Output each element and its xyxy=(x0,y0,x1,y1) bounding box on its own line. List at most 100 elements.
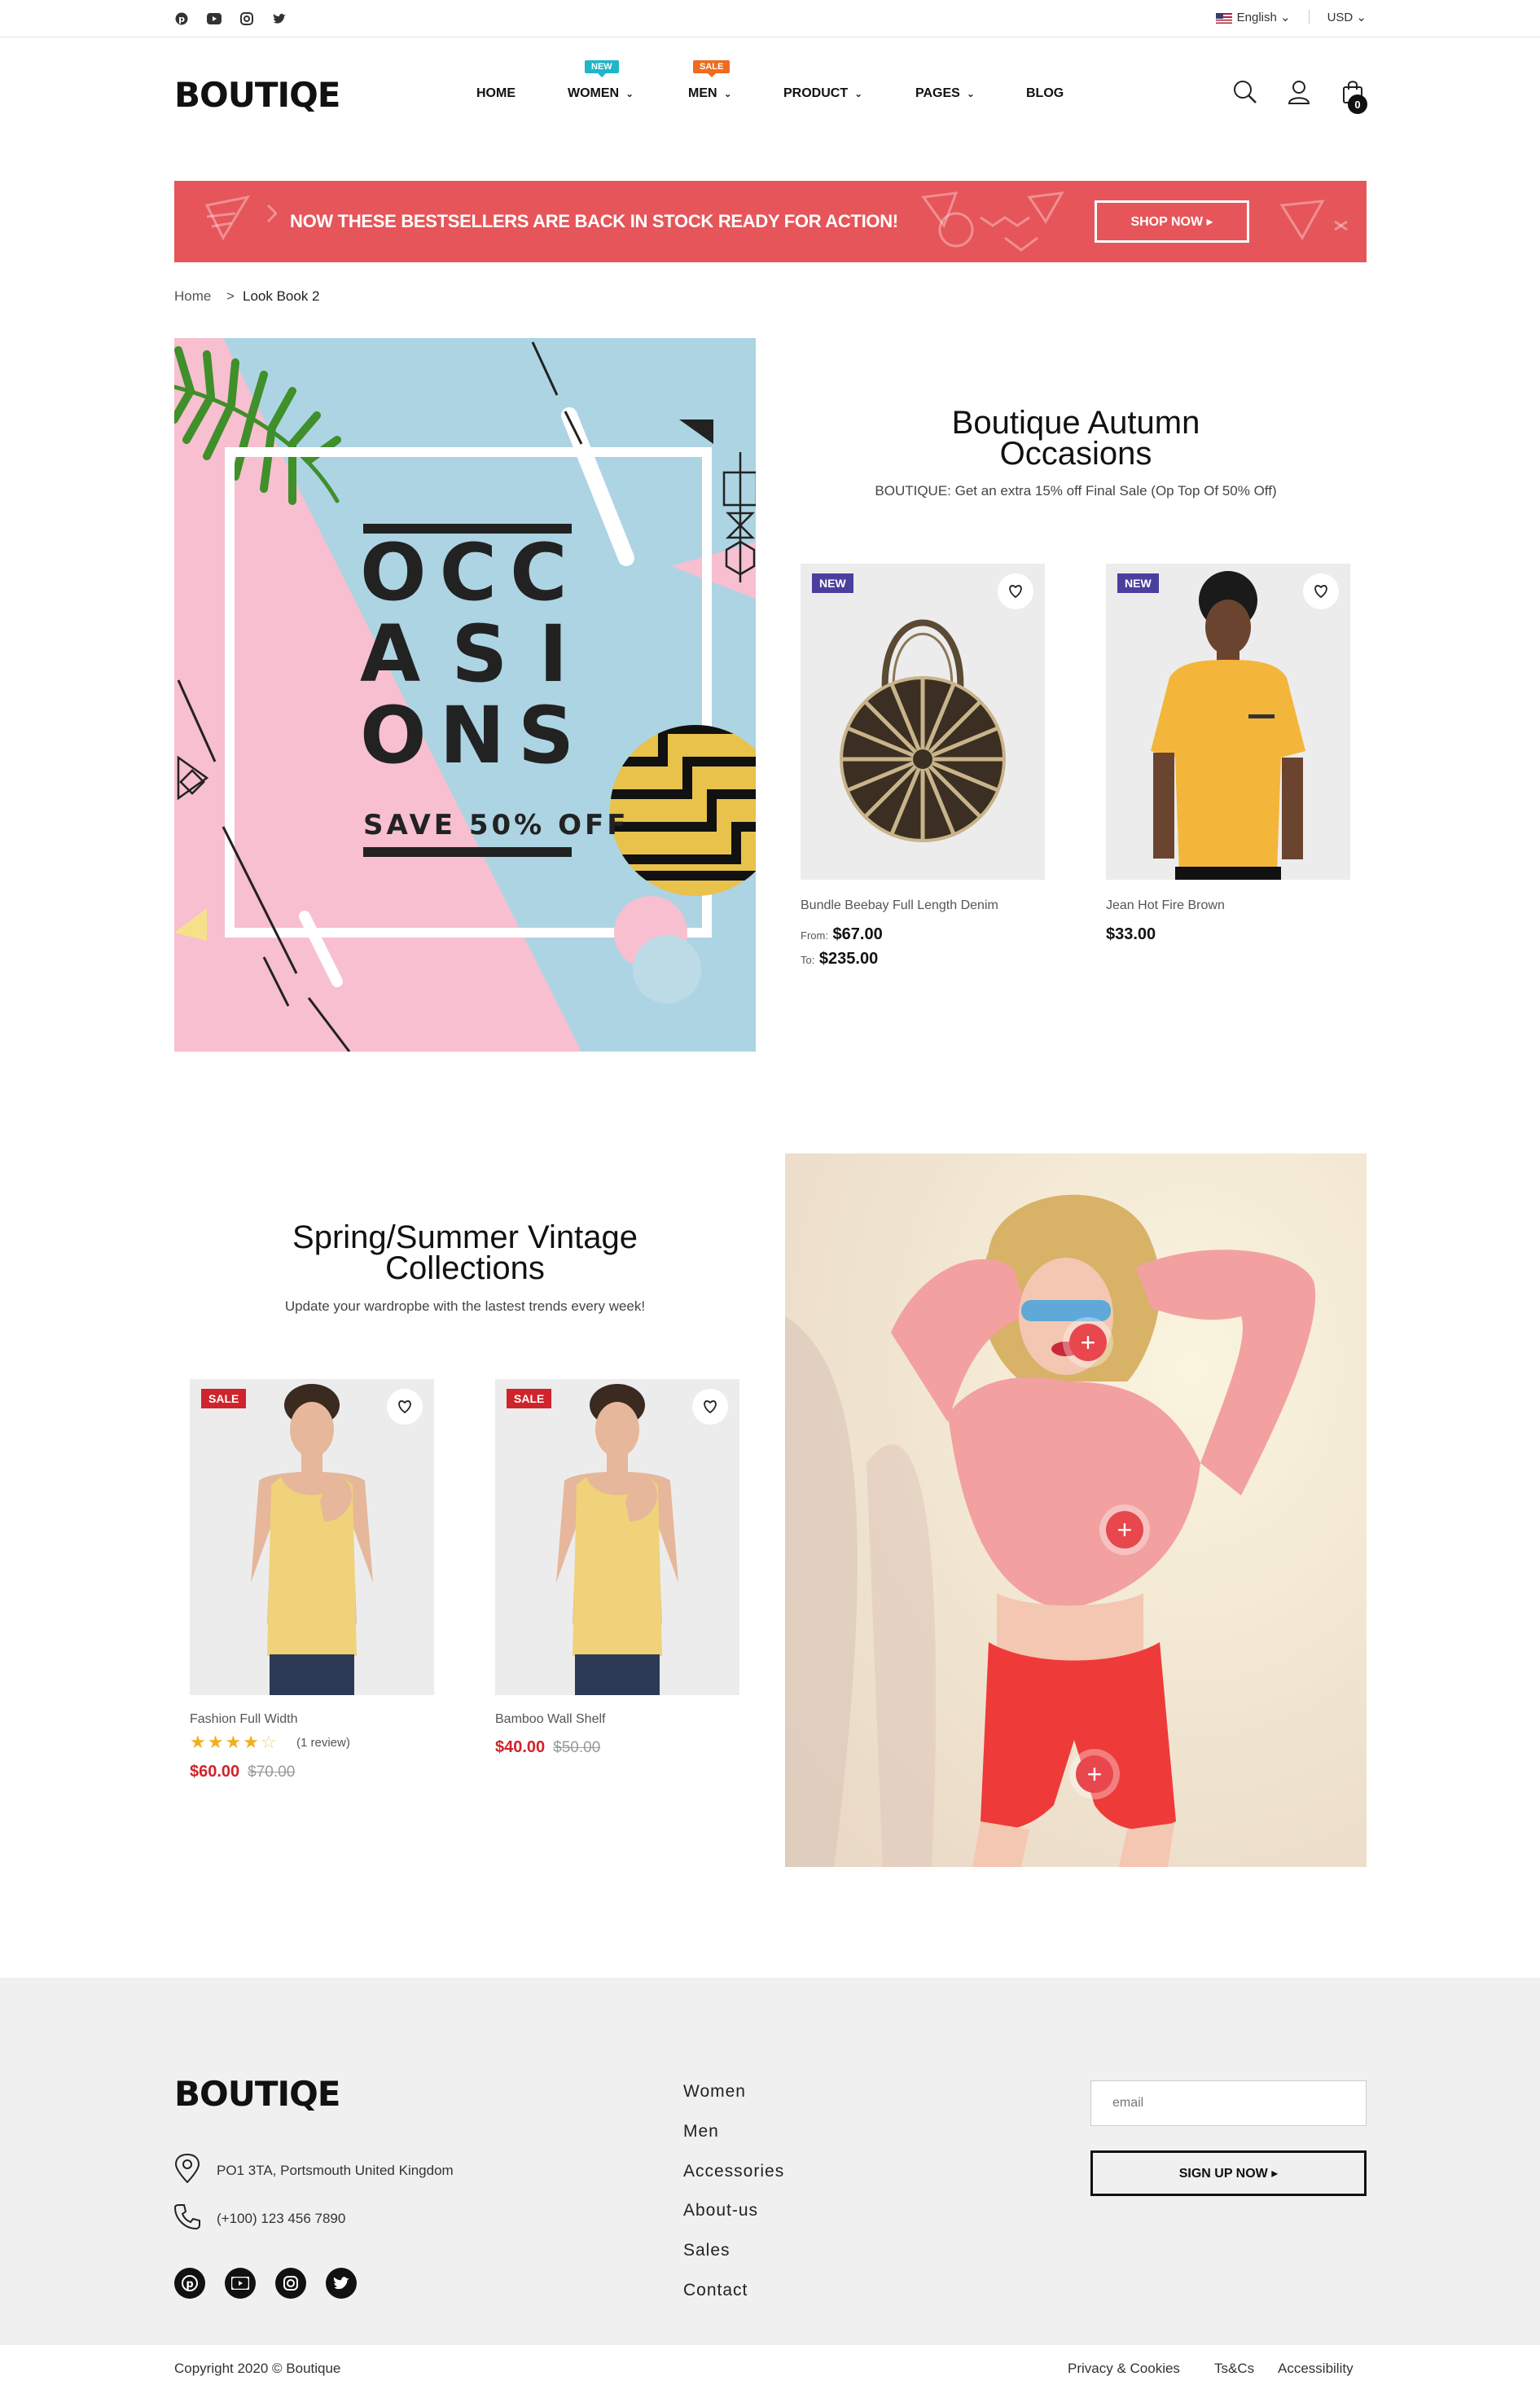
footer-pinterest-icon[interactable]: p xyxy=(174,2268,205,2299)
wishlist-heart-icon[interactable] xyxy=(692,1389,728,1425)
product-image-bag[interactable]: NEW xyxy=(801,564,1045,880)
map-pin-icon xyxy=(174,2153,200,2187)
occasions-sale-text: SAVE 50% OFF xyxy=(363,809,630,841)
star-icon: ★ xyxy=(207,1732,226,1752)
product-price: $40.00 $50.00 xyxy=(495,1738,601,1756)
footer-link-about-us[interactable]: About-us xyxy=(683,2201,758,2220)
us-flag-icon xyxy=(1215,12,1232,24)
site-logo[interactable]: BOUTIQE xyxy=(174,75,340,115)
man-tank-top-image xyxy=(251,1384,373,1695)
star-icon: ★ xyxy=(225,1732,244,1752)
star-icon: ★ xyxy=(243,1732,261,1752)
footer-youtube-icon[interactable] xyxy=(225,2268,256,2299)
star-empty-icon: ☆ xyxy=(260,1732,279,1752)
promo-banner: NOW THESE BESTSELLERS ARE BACK IN STOCK … xyxy=(174,181,1367,262)
language-selector[interactable]: English ⌄ xyxy=(1215,10,1291,24)
hotspot-shorts[interactable]: + xyxy=(1076,1755,1113,1793)
footer-link-privacy[interactable]: Privacy & Cookies xyxy=(1068,2361,1180,2377)
product-name[interactable]: Bundle Beebay Full Length Denim xyxy=(801,898,998,913)
nav-blog[interactable]: BLOG xyxy=(1026,86,1064,101)
new-badge: NEW xyxy=(812,573,853,593)
product-image-tank-top[interactable]: SALE xyxy=(190,1379,434,1695)
promo-text: NOW THESE BESTSELLERS ARE BACK IN STOCK … xyxy=(290,211,898,231)
nav-men[interactable]: MEN ⌄ xyxy=(688,86,732,101)
pinterest-icon[interactable]: p xyxy=(174,11,189,26)
occasions-text-line-1: OCC xyxy=(360,527,581,618)
footer-twitter-icon[interactable] xyxy=(326,2268,357,2299)
star-icon: ★ xyxy=(190,1732,208,1752)
hotspot-shirt[interactable]: + xyxy=(1106,1511,1143,1548)
currency-selector[interactable]: USD ⌄ xyxy=(1327,10,1367,24)
product-price: $33.00 xyxy=(1106,925,1156,943)
email-field[interactable] xyxy=(1090,2080,1367,2126)
old-price: $70.00 xyxy=(248,1764,296,1781)
footer-address: PO1 3TA, Portsmouth United Kingdom xyxy=(174,2153,454,2187)
section-subtitle-spring-summer: Update your wardropbe with the lastest t… xyxy=(284,1298,646,1314)
footer-link-women[interactable]: Women xyxy=(683,2082,746,2102)
top-settings: English ⌄ USD ⌄ xyxy=(1215,10,1367,24)
product-image-tshirt[interactable]: NEW xyxy=(1106,564,1350,880)
wishlist-heart-icon[interactable] xyxy=(1303,573,1339,609)
footer-link-accessories[interactable]: Accessories xyxy=(683,2162,784,2181)
footer-link-terms[interactable]: Ts&Cs xyxy=(1214,2361,1254,2377)
nav-product[interactable]: PRODUCT ⌄ xyxy=(783,86,862,101)
woman-pink-outfit-image xyxy=(785,1153,1367,1867)
breadcrumb-home[interactable]: Home xyxy=(174,288,211,305)
footer-link-sales[interactable]: Sales xyxy=(683,2241,731,2260)
twitter-icon[interactable] xyxy=(272,11,287,26)
breadcrumb-separator: > xyxy=(226,288,235,304)
sale-badge: SALE xyxy=(201,1389,247,1408)
footer-link-contact[interactable]: Contact xyxy=(683,2281,748,2300)
chevron-down-icon: ⌄ xyxy=(723,88,732,99)
footer-instagram-icon[interactable] xyxy=(275,2268,306,2299)
nav-women[interactable]: WOMEN ⌄ xyxy=(568,86,634,101)
sign-up-button[interactable]: SIGN UP NOW ▸ xyxy=(1090,2150,1367,2196)
occasions-text-line-3: ONS xyxy=(360,690,588,781)
instagram-icon[interactable] xyxy=(239,11,254,26)
product-name[interactable]: Jean Hot Fire Brown xyxy=(1106,898,1225,913)
chevron-down-icon: ⌄ xyxy=(1280,11,1291,24)
chevron-down-icon: ⌄ xyxy=(1356,11,1367,24)
product-name[interactable]: Fashion Full Width xyxy=(190,1712,298,1727)
chevron-down-icon: ⌄ xyxy=(854,88,863,99)
footer-logo[interactable]: BOUTIQE xyxy=(174,2074,340,2114)
product-price-from: From: $67.00 xyxy=(801,925,883,943)
review-count[interactable]: (1 review) xyxy=(296,1736,350,1750)
top-social-links: p xyxy=(174,11,287,26)
new-badge: NEW xyxy=(1117,573,1159,593)
top-bar: p English ⌄ USD ⌄ xyxy=(0,0,1540,37)
hotspot-sunglasses[interactable]: + xyxy=(1069,1324,1107,1361)
product-image-tank-top-2[interactable]: SALE xyxy=(495,1379,739,1695)
cart-count-badge: 0 xyxy=(1348,94,1367,114)
shop-now-button[interactable]: SHOP NOW ▸ xyxy=(1095,200,1249,243)
footer-link-men[interactable]: Men xyxy=(683,2122,719,2141)
rating-stars: ★★★★☆ xyxy=(190,1732,279,1753)
occasions-text-line-2: ASI xyxy=(360,608,599,700)
product-price-to: To: $235.00 xyxy=(801,950,879,968)
man-yellow-tshirt-image xyxy=(1151,571,1305,880)
footer-link-accessibility[interactable]: Accessibility xyxy=(1278,2361,1354,2377)
nav-badge-sale: SALE xyxy=(693,60,731,77)
man-tank-top-image xyxy=(556,1384,678,1695)
nav-pages[interactable]: PAGES ⌄ xyxy=(915,86,975,101)
lookbook-banner-occasions[interactable]: OCC ASI ONS SAVE 50% OFF xyxy=(174,338,756,1052)
round-bag-image xyxy=(840,619,1006,842)
breadcrumb-current: Look Book 2 xyxy=(243,288,320,304)
svg-text:p: p xyxy=(186,2278,193,2291)
lookbook-image-model: + + + xyxy=(785,1153,1367,1867)
copyright-text: Copyright 2020 © Boutique xyxy=(174,2361,341,2376)
sale-badge: SALE xyxy=(507,1389,552,1408)
svg-text:p: p xyxy=(178,14,185,24)
section-subtitle-autumn: BOUTIQUE: Get an extra 15% off Final Sal… xyxy=(875,483,1277,499)
divider xyxy=(1308,10,1310,24)
youtube-icon[interactable] xyxy=(207,11,222,26)
search-icon[interactable] xyxy=(1231,78,1259,106)
wishlist-heart-icon[interactable] xyxy=(998,573,1033,609)
old-price: $50.00 xyxy=(553,1739,601,1756)
wishlist-heart-icon[interactable] xyxy=(387,1389,423,1425)
footer-phone: (+100) 123 456 7890 xyxy=(173,2203,345,2234)
nav-home[interactable]: HOME xyxy=(476,86,516,101)
product-name[interactable]: Bamboo Wall Shelf xyxy=(495,1712,605,1727)
chevron-down-icon: ⌄ xyxy=(625,88,634,99)
user-icon[interactable] xyxy=(1285,78,1313,106)
